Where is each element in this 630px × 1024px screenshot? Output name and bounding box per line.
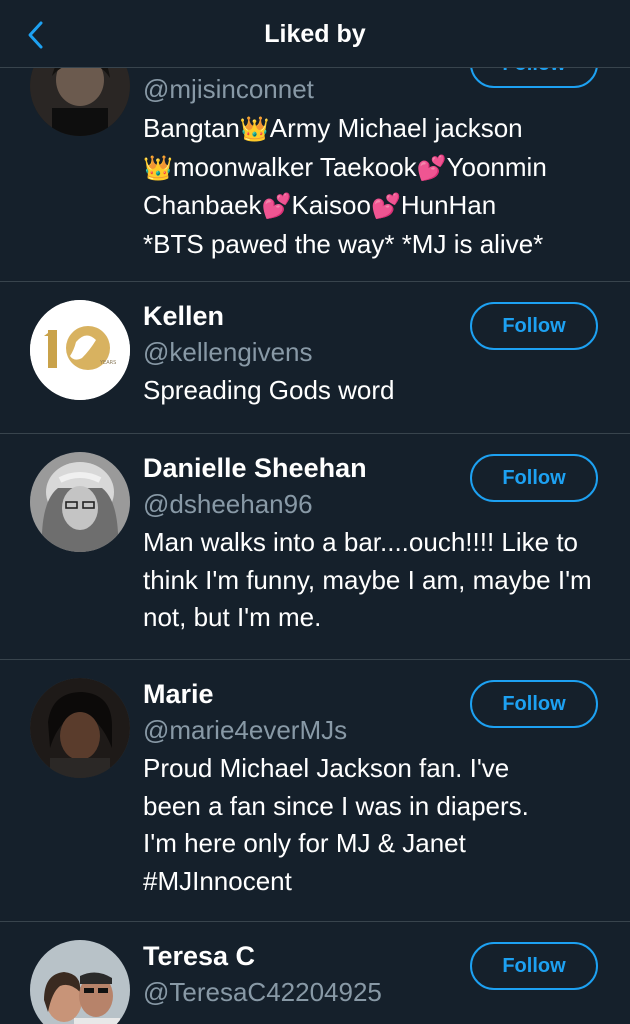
avatar[interactable] — [30, 678, 130, 778]
list-item[interactable]: Follow Marie @marie4everMJs Proud Michae… — [0, 660, 630, 922]
user-bio: Man walks into a bar....ouch!!!! Like to… — [143, 527, 592, 632]
svg-text:YEARS: YEARS — [99, 360, 116, 366]
user-name[interactable]: Danielle Sheehan — [143, 450, 606, 486]
user-handle: @marie4everMJs — [143, 715, 348, 745]
user-name[interactable]: Marie — [143, 676, 606, 712]
liked-by-screen: Follow @mjisinconnet Bangtan👑Army Michae… — [0, 0, 630, 1024]
navigation-bar: Liked by — [0, 0, 630, 68]
page-title: Liked by — [264, 20, 366, 48]
list-item[interactable]: Follow Danielle Sheehan @dsheehan96 Man … — [0, 434, 630, 660]
avatar[interactable] — [30, 940, 130, 1024]
ten-years-logo-icon: YEARS — [30, 300, 130, 400]
user-handle: @dsheehan96 — [143, 489, 313, 519]
avatar[interactable]: YEARS — [30, 300, 130, 400]
user-handle: @TeresaC42204925 — [143, 977, 382, 1007]
hearts-icon: 💕 — [370, 193, 401, 220]
user-name[interactable]: Teresa C — [143, 938, 606, 974]
list-item[interactable]: Follow Teresa C @TeresaC42204925 — [0, 922, 630, 1024]
crown-icon: 👑 — [143, 154, 173, 182]
hearts-icon: 💕 — [261, 193, 292, 220]
avatar[interactable] — [30, 452, 130, 552]
list-item[interactable]: YEARS Follow Kellen @kellengivens Spread… — [0, 282, 630, 434]
user-handle: @kellengivens — [143, 337, 313, 367]
user-bio: Spreading Gods word — [143, 375, 395, 405]
user-bio: Proud Michael Jackson fan. I've been a f… — [143, 753, 529, 896]
user-bio: Bangtan👑Army Michael jackson 👑moonwalker… — [143, 113, 547, 259]
user-handle: @mjisinconnet — [143, 74, 314, 104]
user-name[interactable]: Kellen — [143, 298, 606, 334]
crown-icon: 👑 — [239, 116, 270, 143]
hearts-icon: 💕 — [416, 154, 447, 182]
